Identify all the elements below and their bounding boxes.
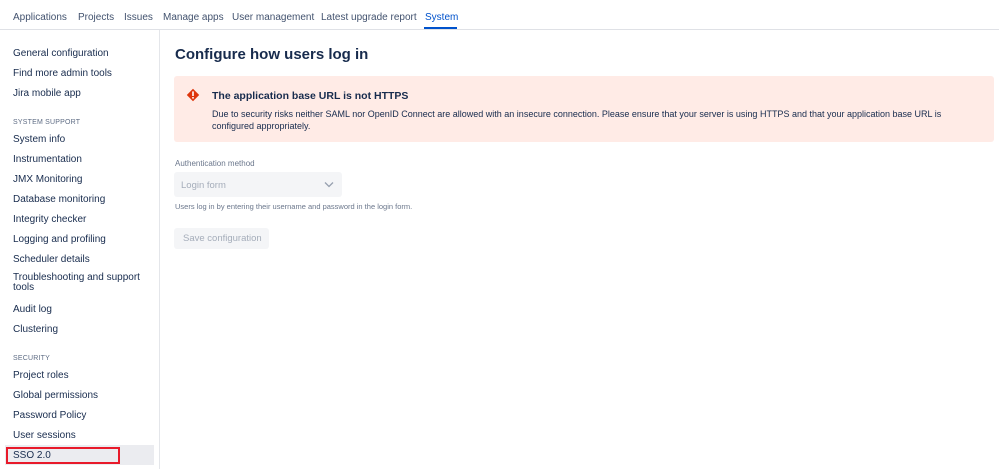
authentication-method-select[interactable]: Login form [174,172,342,197]
admin-sidebar: General configuration Find more admin to… [0,30,160,469]
authentication-method-value: Login form [181,180,226,191]
tab-manage-apps[interactable]: Manage apps [163,12,224,24]
authentication-method-help-text: Users log in by entering their username … [175,202,413,211]
sidebar-heading-system-support: SYSTEM SUPPORT [13,119,81,126]
error-icon [186,88,200,102]
sidebar-item-database-monitoring[interactable]: Database monitoring [13,194,105,206]
sidebar-item-integrity-checker[interactable]: Integrity checker [13,214,86,226]
page-title: Configure how users log in [175,46,369,63]
alert-message: Due to security risks neither SAML nor O… [212,109,942,131]
tab-user-management[interactable]: User management [232,12,314,24]
sidebar-item-password-policy[interactable]: Password Policy [13,410,86,422]
sidebar-item-logging-and-profiling[interactable]: Logging and profiling [13,234,106,246]
authentication-method-label: Authentication method [175,159,255,168]
tab-applications[interactable]: Applications [13,12,67,24]
sidebar-item-find-more-admin-tools[interactable]: Find more admin tools [13,68,112,80]
top-navigation: Applications Projects Issues Manage apps… [0,0,999,30]
sidebar-item-global-permissions[interactable]: Global permissions [13,390,98,402]
sidebar-item-scheduler-details[interactable]: Scheduler details [13,254,90,266]
chevron-down-icon [324,182,334,188]
tab-latest-upgrade-report[interactable]: Latest upgrade report [321,12,417,24]
tab-system[interactable]: System [425,12,458,24]
sidebar-item-project-roles[interactable]: Project roles [13,370,69,382]
sidebar-heading-security: SECURITY [13,355,50,362]
sidebar-item-general-configuration[interactable]: General configuration [13,48,109,60]
sidebar-item-system-info[interactable]: System info [13,134,65,146]
tab-projects[interactable]: Projects [78,12,114,24]
sidebar-item-clustering[interactable]: Clustering [13,324,58,336]
sidebar-item-jira-mobile-app[interactable]: Jira mobile app [13,88,81,100]
sidebar-item-jmx-monitoring[interactable]: JMX Monitoring [13,174,82,186]
save-configuration-button[interactable]: Save configuration [174,228,269,249]
sidebar-item-instrumentation[interactable]: Instrumentation [13,154,82,166]
save-configuration-label: Save configuration [183,233,262,244]
sidebar-item-audit-log[interactable]: Audit log [13,304,52,316]
tab-issues[interactable]: Issues [124,12,153,24]
sidebar-item-sso-2-0[interactable]: SSO 2.0 [13,450,51,462]
alert-title: The application base URL is not HTTPS [212,90,409,102]
active-tab-indicator [424,27,457,29]
sidebar-item-user-sessions[interactable]: User sessions [13,430,76,442]
sidebar-item-troubleshooting-and-support-tools[interactable]: Troubleshooting and support tools [13,273,143,293]
